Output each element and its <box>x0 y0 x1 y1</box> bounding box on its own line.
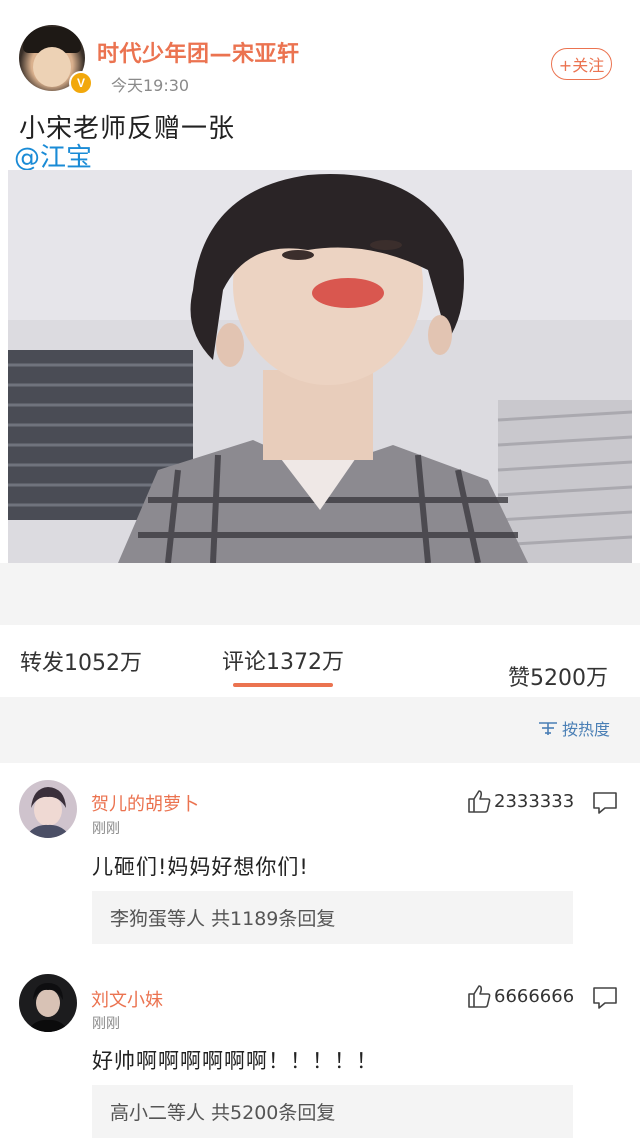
sort-button[interactable]: 按热度 <box>538 716 610 740</box>
tab-likes[interactable]: 赞5200万 <box>508 660 608 692</box>
comment-time: 刚刚 <box>92 821 120 837</box>
post-photo[interactable] <box>8 170 632 563</box>
comment-bubble-icon <box>593 792 617 814</box>
sort-label: 按热度 <box>562 720 611 739</box>
comment-time: 刚刚 <box>92 1016 120 1032</box>
thumbs-up-icon <box>468 790 491 813</box>
avatar-face <box>33 47 71 87</box>
comment-bubble-icon <box>593 987 617 1009</box>
sort-icon <box>539 722 557 735</box>
commenter-avatar[interactable] <box>19 974 77 1032</box>
reply-button[interactable] <box>591 790 619 820</box>
tab-repost[interactable]: 转发1052万 <box>20 645 142 677</box>
comment-text: 儿砸们!妈妈好想你们! <box>92 855 309 879</box>
replies-summary[interactable]: 高小二等人 共5200条回复 <box>92 1085 573 1138</box>
mention-link[interactable]: @江宝 <box>14 137 92 174</box>
replies-summary[interactable]: 李狗蛋等人 共1189条回复 <box>92 891 573 944</box>
author-name[interactable]: 时代少年团—宋亚轩 <box>97 36 300 68</box>
post-time: 今天19:30 <box>111 76 190 95</box>
commenter-name[interactable]: 刘文小妹 <box>91 986 163 1012</box>
verified-badge-icon: V <box>69 71 93 95</box>
commenter-name[interactable]: 贺儿的胡萝卜 <box>91 790 199 816</box>
like-count: 2333333 <box>494 790 575 812</box>
avatar-image <box>19 974 77 1032</box>
thumbs-up-icon <box>468 985 491 1008</box>
like-count: 6666666 <box>494 985 575 1007</box>
post-footer-spacer <box>0 563 640 625</box>
commenter-avatar[interactable] <box>19 780 77 838</box>
tab-comments[interactable]: 评论1372万 <box>222 644 344 676</box>
follow-button[interactable]: +关注 <box>551 48 612 80</box>
like-button[interactable]: 2333333 <box>466 788 574 814</box>
tab-active-indicator <box>233 683 333 687</box>
avatar-image <box>19 780 77 838</box>
reply-button[interactable] <box>591 985 619 1015</box>
comment-text: 好帅啊啊啊啊啊啊！！！！！ <box>92 1049 378 1073</box>
photo-illustration <box>8 170 632 563</box>
like-button[interactable]: 6666666 <box>466 983 574 1009</box>
